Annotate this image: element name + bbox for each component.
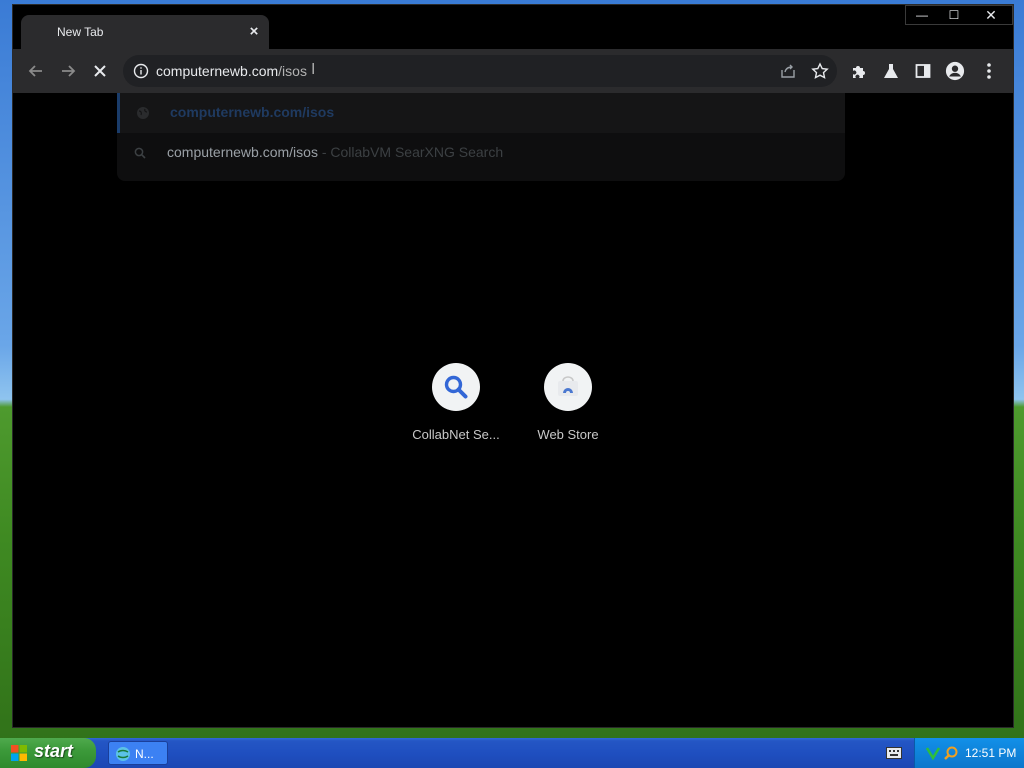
side-panel-button[interactable] <box>913 61 933 81</box>
text-cursor-icon: I <box>311 61 316 78</box>
forward-arrow-icon <box>62 65 76 77</box>
title-bar: New Tab × — ☐ ✕ <box>13 5 1013 49</box>
suggestion-text: computernewb.com/isos - CollabVM SearXNG… <box>167 144 503 160</box>
shortcut-label: Web Store <box>537 427 599 442</box>
start-label: start <box>34 741 74 761</box>
url-text[interactable]: computernewb.com/isos <box>156 63 307 79</box>
shortcut-web-store[interactable]: Web Store <box>512 363 624 453</box>
keyboard-icon[interactable] <box>886 747 902 759</box>
suggestion-subtext: - CollabVM SearXNG Search <box>317 144 504 160</box>
window-controls: — ☐ ✕ <box>905 5 1013 25</box>
kebab-menu-icon <box>987 63 991 79</box>
browser-window: New Tab × — ☐ ✕ computernewb.com/isos I <box>12 4 1014 728</box>
suggestion-text: computernewb.com/isos <box>170 104 335 120</box>
url-host: computernewb.com <box>156 63 279 79</box>
start-button[interactable]: start <box>0 738 96 768</box>
stop-button[interactable] <box>89 60 111 82</box>
back-arrow-icon <box>28 65 42 77</box>
url-path: /isos <box>278 63 307 79</box>
search-icon <box>134 147 146 159</box>
back-button[interactable] <box>25 60 47 82</box>
suggestion-query: computernewb.com/isos <box>167 144 318 160</box>
taskbar-item-label: N... <box>135 747 154 761</box>
system-tray: 12:51 PM <box>914 738 1024 768</box>
tab-close-button[interactable]: × <box>245 23 263 41</box>
flask-icon <box>884 64 898 78</box>
browser-toolbar: computernewb.com/isos I <box>13 49 1013 93</box>
clock: 12:51 PM <box>965 746 1017 760</box>
search-tray-icon[interactable] <box>943 745 959 761</box>
tab-new-tab[interactable]: New Tab × <box>21 15 269 49</box>
globe-icon <box>137 107 149 119</box>
forward-button[interactable] <box>57 60 79 82</box>
info-icon[interactable] <box>133 63 149 79</box>
puzzle-icon <box>853 66 865 78</box>
network-icon[interactable] <box>925 745 941 761</box>
browser-app-icon <box>116 747 130 761</box>
window-close-button[interactable]: ✕ <box>970 6 1012 24</box>
magnifier-icon <box>444 375 468 399</box>
windows-logo-icon <box>11 745 27 761</box>
extensions-button[interactable] <box>849 61 869 81</box>
shortcut-label: CollabNet Se... <box>412 427 500 442</box>
taskbar: start N... 12:51 PM <box>0 738 1024 768</box>
menu-button[interactable] <box>979 61 999 81</box>
omnibox-dropdown: computernewb.com/isos computernewb.com/i… <box>117 93 845 181</box>
tab-title: New Tab <box>57 25 104 39</box>
shortcut-icon-tile <box>432 363 480 411</box>
shortcut-collabnet-search[interactable]: CollabNet Se... <box>400 363 512 453</box>
profile-button[interactable] <box>945 61 965 81</box>
address-bar[interactable]: computernewb.com/isos I <box>123 55 837 87</box>
share-icon[interactable] <box>779 62 797 80</box>
side-panel-icon <box>915 64 931 78</box>
shortcut-icon-tile <box>544 363 592 411</box>
maximize-button[interactable]: ☐ <box>938 6 970 24</box>
web-store-icon <box>558 376 578 396</box>
account-icon <box>945 61 965 81</box>
taskbar-item-browser[interactable]: N... <box>108 741 168 765</box>
stop-loading-icon <box>94 65 106 77</box>
star-icon[interactable] <box>811 62 829 80</box>
labs-button[interactable] <box>881 61 901 81</box>
suggestion-item[interactable]: computernewb.com/isos - CollabVM SearXNG… <box>117 133 845 173</box>
suggestion-item[interactable]: computernewb.com/isos <box>117 93 845 133</box>
minimize-button[interactable]: — <box>906 6 938 24</box>
